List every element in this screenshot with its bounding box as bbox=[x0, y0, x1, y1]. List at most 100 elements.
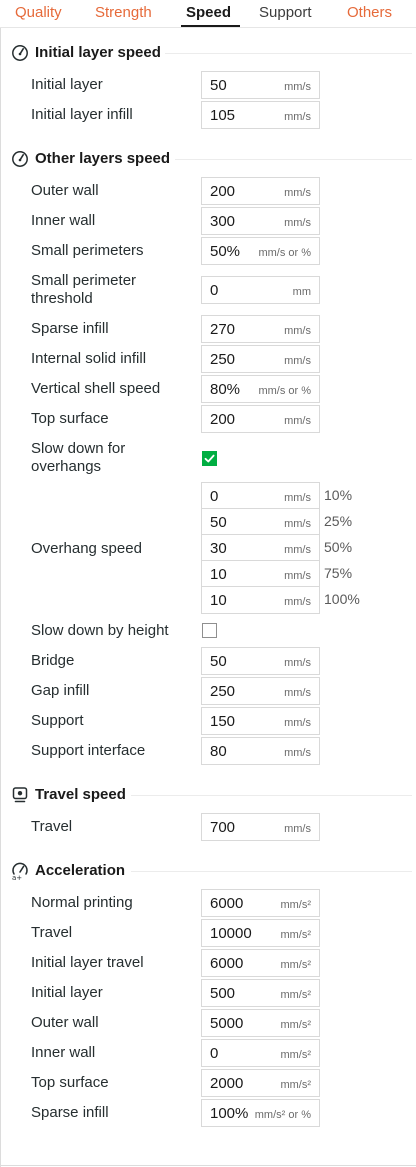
sparse-infill-speed-input[interactable]: 270 mm/s bbox=[201, 315, 320, 343]
field-value: 100% bbox=[210, 1105, 249, 1122]
field-value: 300 bbox=[210, 213, 236, 230]
overhang-speed-75-input[interactable]: 10 mm/s bbox=[201, 560, 320, 588]
internal-solid-infill-label: Internal solid infill bbox=[31, 350, 147, 367]
initial-layer-infill-speed-input[interactable]: 105 mm/s bbox=[201, 101, 320, 129]
tab-others[interactable]: Others bbox=[347, 4, 392, 22]
inner-wall-label: Inner wall bbox=[31, 212, 96, 229]
support-label: Support bbox=[31, 712, 84, 729]
field-unit: mm/s bbox=[284, 747, 311, 759]
field-value: 0 bbox=[210, 282, 219, 299]
field-value: 50 bbox=[210, 77, 227, 94]
field-unit: mm/s or % bbox=[258, 247, 311, 259]
travel-accel-label: Travel bbox=[31, 924, 73, 941]
overhang-speed-50-input[interactable]: 30 mm/s bbox=[201, 534, 320, 562]
initial-layer-infill-label: Initial layer infill bbox=[31, 106, 133, 123]
small-perimeter-threshold-input[interactable]: 0 mm bbox=[201, 276, 320, 304]
slow-down-by-height-checkbox[interactable] bbox=[202, 623, 217, 638]
small-perimeter-threshold-label-line2: threshold bbox=[31, 290, 93, 307]
field-unit: mm bbox=[292, 286, 311, 298]
field-unit: mm/s bbox=[284, 687, 311, 699]
overhang-speed-25-input[interactable]: 50 mm/s bbox=[201, 508, 320, 536]
section-divider bbox=[165, 53, 412, 54]
support-interface-label: Support interface bbox=[31, 742, 146, 759]
tab-speed[interactable]: Speed bbox=[186, 4, 231, 22]
gap-infill-speed-input[interactable]: 250 mm/s bbox=[201, 677, 320, 705]
field-value: 6000 bbox=[210, 955, 244, 972]
field-unit: mm/s bbox=[284, 544, 311, 556]
travel-icon bbox=[12, 787, 28, 803]
sparse-infill-accel-input[interactable]: 100% mm/s² or % bbox=[201, 1099, 320, 1127]
travel-accel-input[interactable]: 10000 mm/s² bbox=[201, 919, 320, 947]
acceleration-icon: a+ bbox=[12, 862, 28, 880]
tab-strength[interactable]: Strength bbox=[95, 4, 152, 22]
field-value: 500 bbox=[210, 985, 236, 1002]
normal-printing-label: Normal printing bbox=[31, 894, 133, 911]
field-value: 150 bbox=[210, 713, 236, 730]
support-speed-input[interactable]: 150 mm/s bbox=[201, 707, 320, 735]
field-unit: mm/s bbox=[284, 596, 311, 608]
panel-border bbox=[0, 28, 1, 1167]
overhang-speed-100-input[interactable]: 10 mm/s bbox=[201, 586, 320, 614]
sparse-infill-label: Sparse infill bbox=[31, 320, 109, 337]
field-value: 10000 bbox=[210, 925, 252, 942]
field-value: 50 bbox=[210, 514, 227, 531]
field-unit: mm/s² bbox=[280, 899, 311, 911]
section-divider bbox=[131, 795, 412, 796]
field-unit: mm/s bbox=[284, 325, 311, 337]
initial-layer-speed-input[interactable]: 50 mm/s bbox=[201, 71, 320, 99]
vertical-shell-speed-input[interactable]: 80% mm/s or % bbox=[201, 375, 320, 403]
top-surface-speed-input[interactable]: 200 mm/s bbox=[201, 405, 320, 433]
outer-wall-accel-input[interactable]: 5000 mm/s² bbox=[201, 1009, 320, 1037]
slow-down-by-height-label: Slow down by height bbox=[31, 622, 169, 639]
inner-wall-speed-input[interactable]: 300 mm/s bbox=[201, 207, 320, 235]
field-value: 200 bbox=[210, 411, 236, 428]
overhang-percent: 100% bbox=[324, 591, 360, 607]
field-unit: mm/s bbox=[284, 518, 311, 530]
outer-wall-speed-input[interactable]: 200 mm/s bbox=[201, 177, 320, 205]
field-value: 200 bbox=[210, 183, 236, 200]
normal-printing-accel-input[interactable]: 6000 mm/s² bbox=[201, 889, 320, 917]
inner-wall-accel-input[interactable]: 0 mm/s² bbox=[201, 1039, 320, 1067]
inner-wall-accel-label: Inner wall bbox=[31, 1044, 96, 1061]
field-unit: mm/s² bbox=[280, 1079, 311, 1091]
field-unit: mm/s² or % bbox=[254, 1109, 311, 1121]
field-unit: mm/s² bbox=[280, 1049, 311, 1061]
initial-layer-accel-label: Initial layer bbox=[31, 984, 103, 1001]
support-interface-speed-input[interactable]: 80 mm/s bbox=[201, 737, 320, 765]
speedometer-icon bbox=[12, 151, 28, 167]
top-surface-label: Top surface bbox=[31, 410, 109, 427]
overhang-speed-10-input[interactable]: 0 mm/s bbox=[201, 482, 320, 510]
tabs-divider bbox=[0, 27, 416, 28]
outer-wall-accel-label: Outer wall bbox=[31, 1014, 99, 1031]
field-value: 2000 bbox=[210, 1075, 244, 1092]
field-value: 5000 bbox=[210, 1015, 244, 1032]
field-unit: mm/s bbox=[284, 111, 311, 123]
bridge-speed-input[interactable]: 50 mm/s bbox=[201, 647, 320, 675]
internal-solid-infill-speed-input[interactable]: 250 mm/s bbox=[201, 345, 320, 373]
slow-down-overhangs-label-line2: overhangs bbox=[31, 458, 102, 475]
field-value: 10 bbox=[210, 592, 227, 609]
small-perimeters-speed-input[interactable]: 50% mm/s or % bbox=[201, 237, 320, 265]
top-surface-accel-input[interactable]: 2000 mm/s² bbox=[201, 1069, 320, 1097]
travel-speed-input[interactable]: 700 mm/s bbox=[201, 813, 320, 841]
slow-down-overhangs-checkbox[interactable] bbox=[202, 451, 217, 466]
speedometer-icon bbox=[12, 45, 28, 61]
slow-down-overhangs-label-line1: Slow down for bbox=[31, 440, 126, 457]
field-unit: mm/s² bbox=[280, 929, 311, 941]
small-perimeters-label: Small perimeters bbox=[31, 242, 144, 259]
field-unit: mm/s bbox=[284, 492, 311, 504]
field-value: 0 bbox=[210, 1045, 219, 1062]
tab-support[interactable]: Support bbox=[259, 4, 312, 22]
panel-bottom-border bbox=[0, 1165, 416, 1166]
tab-quality[interactable]: Quality bbox=[15, 4, 62, 22]
initial-layer-label: Initial layer bbox=[31, 76, 103, 93]
field-value: 105 bbox=[210, 107, 236, 124]
field-value: 80% bbox=[210, 381, 241, 398]
field-value: 50% bbox=[210, 243, 241, 260]
field-value: 0 bbox=[210, 488, 219, 505]
section-title-other-layers-speed: Other layers speed bbox=[35, 150, 171, 167]
section-divider bbox=[175, 159, 412, 160]
initial-layer-travel-accel-input[interactable]: 6000 mm/s² bbox=[201, 949, 320, 977]
initial-layer-accel-input[interactable]: 500 mm/s² bbox=[201, 979, 320, 1007]
field-value: 250 bbox=[210, 351, 236, 368]
